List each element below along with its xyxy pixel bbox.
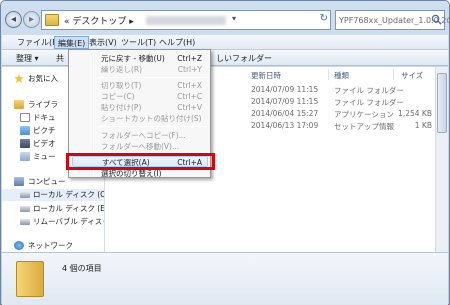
share-button[interactable]: 共 bbox=[56, 53, 64, 64]
address-row: ◂ ▸ « デスクトップ ▸ ▾ ↻ YPF768xx_Updater_1.0.… bbox=[5, 9, 450, 31]
disk-icon bbox=[20, 219, 30, 225]
new-folder-button[interactable]: しいフォルダー bbox=[216, 53, 272, 64]
menu-item-paste-shortcut[interactable]: ショートカットの貼り付け(S) bbox=[69, 113, 210, 124]
chevron-down-icon[interactable]: ▾ bbox=[232, 14, 236, 23]
menu-help[interactable]: ヘルプ(H) bbox=[156, 36, 198, 49]
menu-item-cut[interactable]: 切り取り(T) Ctrl+X bbox=[69, 80, 210, 91]
column-header-type[interactable]: 種類 bbox=[334, 70, 349, 81]
menu-item-undo[interactable]: 元に戻す - 移動(U) Ctrl+Z bbox=[69, 53, 210, 64]
search-input[interactable]: YPF768xx_Updater_1.0.0.2の検索 bbox=[335, 10, 450, 30]
pictures-icon bbox=[20, 126, 30, 135]
folder-icon bbox=[45, 14, 59, 26]
menu-item-copy-to-folder[interactable]: フォルダーへコピー(F)... bbox=[69, 130, 210, 141]
menu-separator bbox=[97, 126, 207, 127]
forward-button[interactable]: ▸ bbox=[23, 11, 40, 28]
scroll-thumb[interactable] bbox=[437, 73, 447, 133]
breadcrumb-desktop[interactable]: デスクトップ bbox=[72, 17, 126, 27]
computer-icon bbox=[14, 177, 24, 186]
address-bar[interactable]: « デスクトップ ▸ ▾ ↻ bbox=[41, 10, 331, 30]
music-icon bbox=[20, 152, 30, 161]
column-header-size[interactable]: サイズ bbox=[401, 70, 423, 81]
address-path: « デスクトップ ▸ bbox=[64, 17, 134, 27]
menu-bar: ファイル(F) 編集(E) 表示(V) ツール(T) ヘルプ(H) bbox=[2, 35, 448, 50]
disk-icon bbox=[20, 206, 30, 212]
search-icon bbox=[431, 14, 442, 25]
menu-item-copy[interactable]: コピー(C) Ctrl+C bbox=[69, 91, 210, 102]
documents-icon bbox=[20, 113, 30, 122]
refresh-icon[interactable]: ↻ bbox=[320, 13, 328, 24]
column-header-date[interactable]: 更新日時 bbox=[251, 70, 281, 81]
disk-icon bbox=[20, 192, 30, 198]
explorer-window: ◂ ▸ « デスクトップ ▸ ▾ ↻ YPF768xx_Updater_1.0.… bbox=[0, 0, 450, 305]
folder-icon bbox=[16, 261, 44, 297]
star-icon bbox=[14, 74, 24, 83]
back-button[interactable]: ◂ bbox=[5, 11, 22, 28]
menu-tools[interactable]: ツール(T) bbox=[118, 36, 159, 49]
library-icon bbox=[14, 100, 24, 109]
vertical-scrollbar[interactable] bbox=[435, 67, 448, 252]
menu-item-paste[interactable]: 貼り付け(P) Ctrl+V bbox=[69, 102, 210, 113]
videos-icon bbox=[20, 139, 30, 148]
item-count: 4 個の項目 bbox=[62, 264, 102, 273]
red-annotation-box bbox=[66, 153, 215, 170]
organize-button[interactable]: 整理 ▾ bbox=[16, 53, 39, 64]
menu-view[interactable]: 表示(V) bbox=[86, 36, 120, 49]
network-icon bbox=[14, 241, 24, 250]
details-pane: 4 個の項目 bbox=[2, 252, 448, 305]
blurred-folder-name bbox=[146, 16, 226, 25]
menu-item-move-to-folder[interactable]: フォルダーへ移動(V)... bbox=[69, 141, 210, 152]
menu-separator bbox=[97, 77, 207, 78]
menu-edit[interactable]: 編集(E) bbox=[54, 36, 90, 49]
menu-item-redo[interactable]: 繰り返し(R) Ctrl+Y bbox=[69, 64, 210, 75]
